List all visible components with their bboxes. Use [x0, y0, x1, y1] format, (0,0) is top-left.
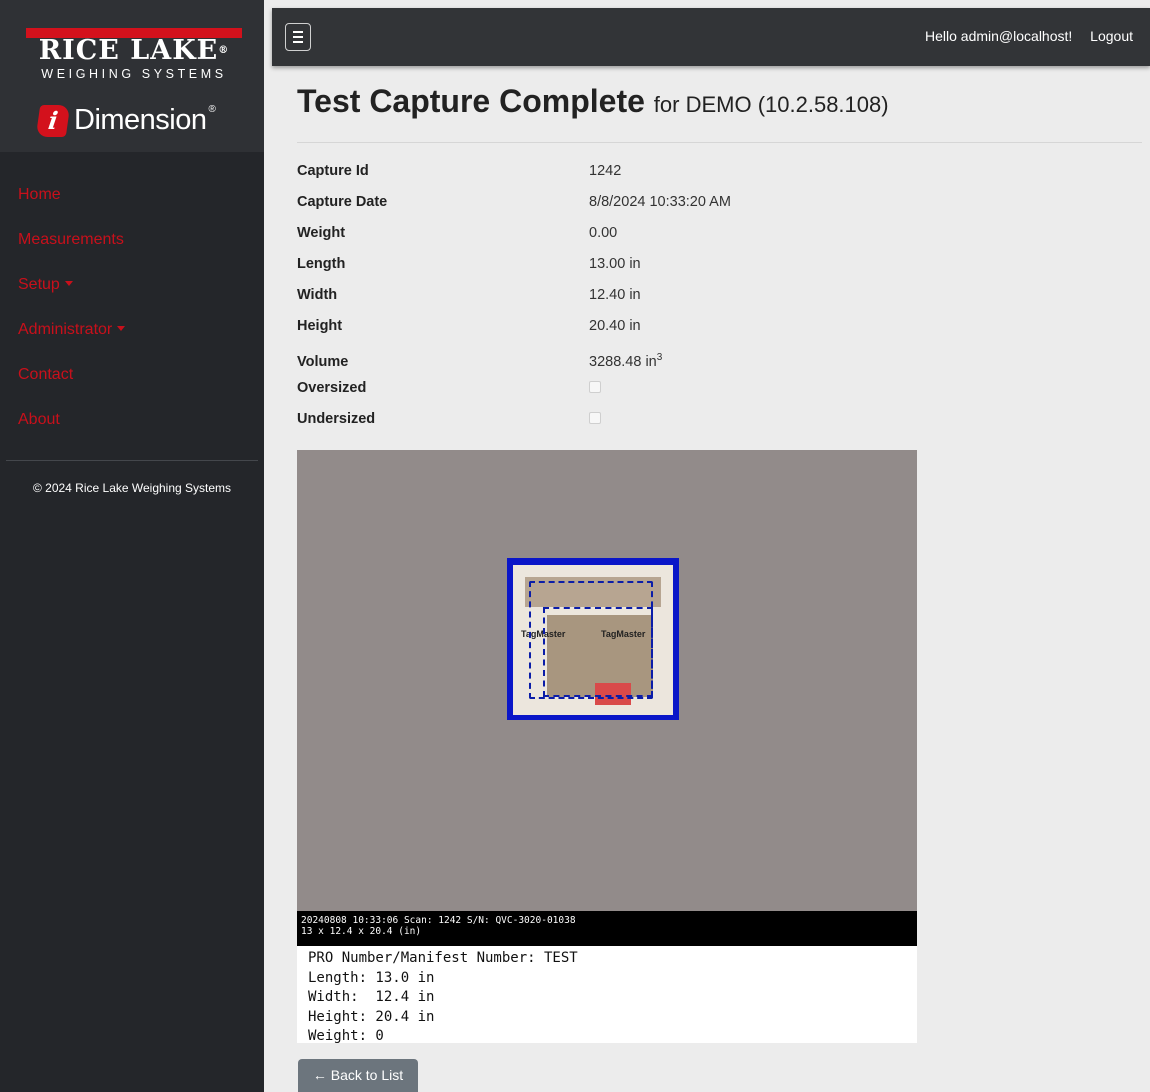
nav-item-home[interactable]: Home	[0, 172, 264, 217]
info-line: Length: 13.0 in	[308, 969, 435, 986]
detail-row-width: Width 12.40 in	[297, 287, 641, 303]
page-title: Test Capture Complete for DEMO (10.2.58.…	[297, 83, 889, 120]
nav-item-administrator[interactable]: Administrator	[0, 307, 264, 352]
back-to-list-button[interactable]: ← Back to List	[298, 1059, 418, 1092]
info-line: Width: 12.4 in	[308, 989, 435, 1005]
capture-image: TagMaster TagMaster 20240808 10:33:06 Sc…	[297, 450, 917, 946]
sidebar-nav: Home Measurements Setup Administrator Co…	[0, 172, 264, 442]
copyright-text: © 2024 Rice Lake Weighing Systems	[6, 460, 258, 495]
product-logo: i Dimension ®	[35, 104, 216, 137]
page-title-main: Test Capture Complete	[297, 83, 645, 119]
product-name: Dimension	[74, 104, 207, 136]
divider	[264, 0, 272, 606]
caret-down-icon	[117, 326, 126, 331]
divider	[297, 142, 1142, 143]
nav-item-contact[interactable]: Contact	[0, 352, 264, 397]
oversized-checkbox[interactable]	[589, 381, 601, 393]
detail-row-capture-date: Capture Date 8/8/2024 10:33:20 AM	[297, 194, 731, 210]
brand-area: RICE LAKE® WEIGHING SYSTEMS i Dimension ®	[0, 0, 264, 152]
menu-toggle-button[interactable]	[285, 23, 311, 51]
nav-item-about[interactable]: About	[0, 397, 264, 442]
package-photo: TagMaster TagMaster	[513, 565, 673, 715]
detected-box-outline: TagMaster TagMaster	[507, 558, 679, 720]
detail-row-volume: Volume 3288.48 in3	[297, 352, 663, 370]
detail-row-height: Height 20.40 in	[297, 318, 641, 334]
hamburger-icon	[293, 31, 303, 33]
user-greeting: Hello admin@localhost!	[925, 28, 1073, 44]
nav-item-setup[interactable]: Setup	[0, 262, 264, 307]
capture-info-box: PRO Number/Manifest Number: TEST Length: …	[297, 946, 917, 1044]
detail-row-capture-id: Capture Id 1242	[297, 163, 622, 179]
capture-details: Capture Id 1242 Capture Date 8/8/2024 10:3…	[297, 156, 731, 435]
logout-link[interactable]: Logout	[1090, 28, 1133, 44]
capture-overlay-text: 20240808 10:33:06 Scan: 1242 S/N: QVC-30…	[297, 911, 917, 946]
company-logo: RICE LAKE®	[38, 35, 230, 66]
company-tagline: WEIGHING SYSTEMS	[41, 67, 227, 81]
nav-item-measurements[interactable]: Measurements	[0, 217, 264, 262]
info-line: PRO Number/Manifest Number: TEST	[308, 950, 578, 966]
detail-row-oversized: Oversized	[297, 373, 731, 404]
info-line: Weight: 0	[308, 1028, 384, 1044]
detail-row-length: Length 13.00 in	[297, 256, 641, 272]
top-navbar: Hello admin@localhost! Logout	[272, 8, 1150, 66]
company-name: RICE LAKE	[38, 35, 219, 66]
detail-row-weight: Weight 0.00	[297, 225, 618, 241]
info-line: Height: 20.4 in	[308, 1008, 435, 1025]
dimension-logo-icon: i	[35, 104, 71, 137]
sidebar: RICE LAKE® WEIGHING SYSTEMS i Dimension ®…	[0, 0, 264, 1092]
detail-row-undersized: Undersized	[297, 404, 731, 435]
page-subtitle: for DEMO (10.2.58.108)	[653, 92, 889, 117]
undersized-checkbox[interactable]	[589, 412, 601, 424]
caret-down-icon	[64, 281, 73, 286]
